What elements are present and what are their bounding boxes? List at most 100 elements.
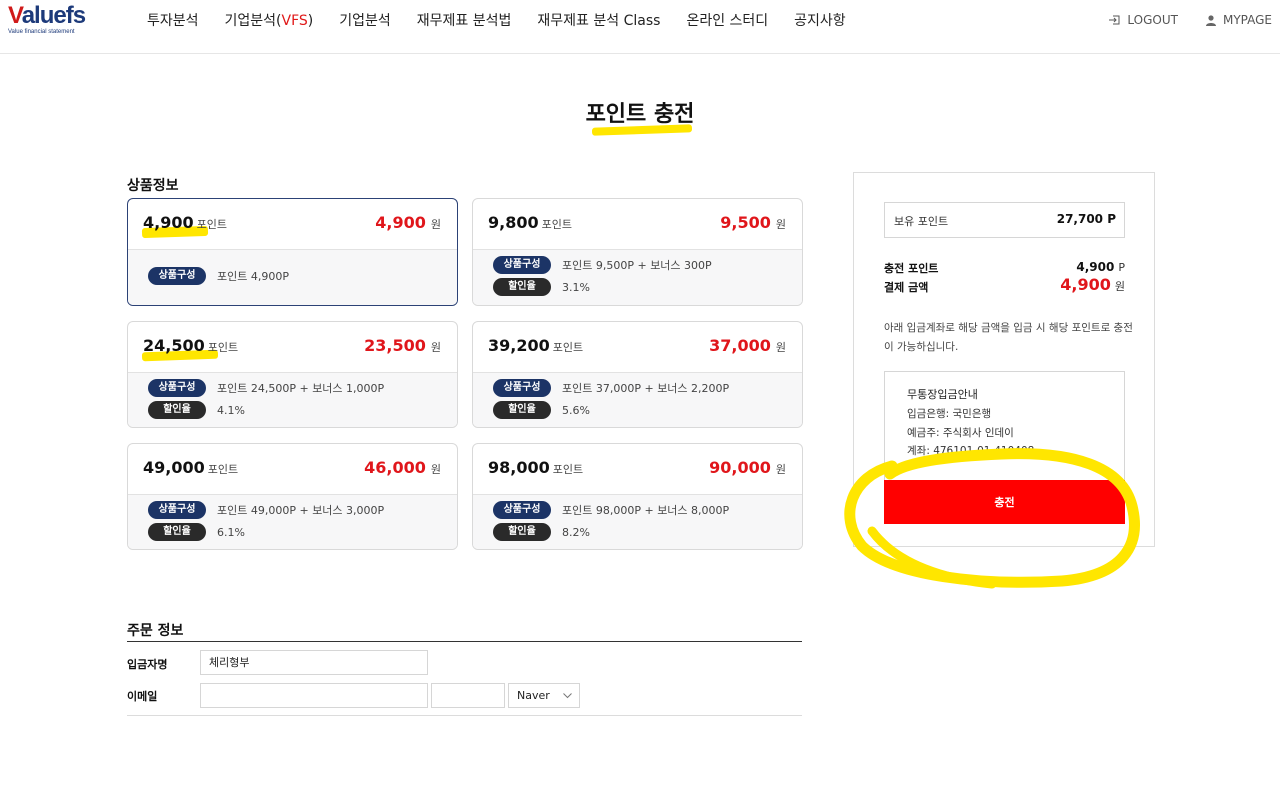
- points-unit: 포인트: [207, 341, 239, 354]
- account-number: 계좌: 476101-01-410408: [907, 445, 1035, 457]
- page-title-text: 포인트 충전: [585, 102, 695, 127]
- nav-investment-analysis[interactable]: 투자분석: [147, 12, 199, 30]
- email-domain-input[interactable]: [431, 683, 505, 708]
- logout-label: LOGOUT: [1127, 13, 1178, 27]
- product-card-details: 상품구성 포인트 24,500P + 보너스 1,000P 할인율 4.1%: [128, 373, 457, 427]
- discount-badge: 할인율: [148, 523, 206, 541]
- nav-vfs-suffix: ): [307, 13, 314, 29]
- charge-points-value: 4,900: [1076, 260, 1115, 274]
- composition-row: 상품구성 포인트 4,900P: [148, 267, 289, 285]
- product-card-details: 상품구성 포인트 4,900P: [128, 250, 457, 305]
- discount-text: 6.1%: [217, 525, 245, 539]
- bank-name: 입금은행: 국민은행: [907, 408, 992, 420]
- logout-icon: [1109, 15, 1120, 25]
- top-header: Valuefs Value financial statement 투자분석 기…: [0, 0, 1280, 54]
- product-price: 23,500 원: [364, 336, 441, 355]
- mypage-link[interactable]: MYPAGE: [1205, 13, 1272, 27]
- chevron-down-icon: [563, 693, 572, 699]
- product-card-header: 49,000 포인트 46,000 원: [128, 444, 457, 495]
- nav-vfs-accent: VFS: [281, 13, 308, 29]
- product-points: 24,500 포인트: [143, 336, 238, 355]
- product-card[interactable]: 39,200 포인트 37,000 원 상품구성 포인트 37,000P + 보너스 …: [472, 321, 803, 428]
- points-value: 49,000: [143, 458, 205, 477]
- composition-badge: 상품구성: [148, 379, 206, 397]
- owned-points-value: 27,700 P: [1056, 212, 1116, 226]
- composition-text: 포인트 37,000P + 보너스 2,200P: [562, 382, 730, 395]
- composition-row: 상품구성 포인트 98,000P + 보너스 8,000P: [493, 501, 729, 519]
- mypage-label: MYPAGE: [1222, 13, 1272, 27]
- nav-company-analysis-vfs[interactable]: 기업분석(VFS): [225, 12, 314, 30]
- valuefs-logo[interactable]: Valuefs Value financial statement: [8, 4, 98, 38]
- discount-text: 5.6%: [562, 403, 590, 417]
- product-price: 90,000 원: [709, 458, 786, 477]
- composition-row: 상품구성 포인트 24,500P + 보너스 1,000P: [148, 379, 384, 397]
- owned-points-label: 보유 포인트: [894, 215, 949, 228]
- price-unit: 원: [775, 341, 786, 354]
- product-card[interactable]: 98,000 포인트 90,000 원 상품구성 포인트 98,000P + 보너스 …: [472, 443, 803, 550]
- product-points: 49,000 포인트: [143, 458, 238, 477]
- price-value: 90,000: [709, 458, 771, 477]
- discount-row: 할인율 5.6%: [493, 401, 590, 419]
- nav-vfs-prefix: 기업분석(: [224, 13, 282, 29]
- discount-badge: 할인율: [493, 278, 551, 296]
- order-divider-top: [127, 641, 802, 642]
- order-divider-bottom: [127, 715, 802, 716]
- price-unit: 원: [430, 218, 441, 231]
- logout-link[interactable]: LOGOUT: [1109, 13, 1178, 27]
- product-card-details: 상품구성 포인트 9,500P + 보너스 300P 할인율 3.1%: [473, 250, 802, 305]
- composition-text: 포인트 49,000P + 보너스 3,000P: [217, 504, 385, 517]
- composition-row: 상품구성 포인트 49,000P + 보너스 3,000P: [148, 501, 384, 519]
- points-value: 98,000: [488, 458, 550, 477]
- email-domain-select-value: Naver: [517, 689, 550, 702]
- nav-financial-analysis-method[interactable]: 재무제표 분석법: [417, 12, 512, 30]
- product-points: 4,900 포인트: [143, 213, 227, 232]
- product-points: 98,000 포인트: [488, 458, 583, 477]
- composition-row: 상품구성 포인트 9,500P + 보너스 300P: [493, 256, 712, 274]
- points-unit: 포인트: [552, 463, 584, 476]
- product-card[interactable]: 9,800 포인트 9,500 원 상품구성 포인트 9,500P + 보너스 300…: [472, 198, 803, 306]
- user-utility: LOGOUT MYPAGE: [1081, 13, 1272, 27]
- product-card-header: 39,200 포인트 37,000 원: [473, 322, 802, 373]
- logo-wordmark: Valuefs: [8, 4, 98, 28]
- depositor-name-input[interactable]: 체리형부: [200, 650, 428, 675]
- discount-row: 할인율 3.1%: [493, 278, 590, 296]
- points-value: 4,900: [143, 213, 194, 232]
- discount-badge: 할인율: [493, 523, 551, 541]
- product-card[interactable]: 24,500 포인트 23,500 원 상품구성 포인트 24,500P + 보너스 …: [127, 321, 458, 428]
- product-card[interactable]: 4,900 포인트 4,900 원 상품구성 포인트 4,900P: [127, 198, 458, 306]
- nav-notice[interactable]: 공지사항: [794, 12, 846, 30]
- payment-amount: 4,900 원: [1060, 275, 1125, 294]
- order-info-heading: 주문 정보: [127, 623, 184, 639]
- logo-rest: aluefs: [21, 2, 86, 29]
- discount-text: 8.2%: [562, 525, 590, 539]
- points-unit: 포인트: [541, 218, 572, 231]
- product-card[interactable]: 49,000 포인트 46,000 원 상품구성 포인트 49,000P + 보너스 …: [127, 443, 458, 550]
- discount-text: 3.1%: [562, 280, 590, 294]
- price-unit: 원: [430, 341, 441, 354]
- composition-badge: 상품구성: [148, 501, 206, 519]
- payment-amount-value: 4,900: [1060, 275, 1111, 294]
- product-card-header: 9,800 포인트 9,500 원: [473, 199, 802, 250]
- composition-badge: 상품구성: [493, 501, 551, 519]
- product-price: 9,500 원: [720, 213, 786, 232]
- points-value: 39,200: [488, 336, 550, 355]
- composition-text: 포인트 4,900P: [217, 270, 289, 283]
- product-card-header: 4,900 포인트 4,900 원: [128, 199, 457, 250]
- composition-row: 상품구성 포인트 37,000P + 보너스 2,200P: [493, 379, 729, 397]
- email-label: 이메일: [127, 690, 158, 703]
- points-value: 9,800: [488, 213, 539, 232]
- composition-badge: 상품구성: [493, 256, 551, 274]
- email-domain-select[interactable]: Naver: [508, 683, 580, 708]
- price-value: 46,000: [364, 458, 426, 477]
- product-card-details: 상품구성 포인트 49,000P + 보너스 3,000P 할인율 6.1%: [128, 495, 457, 549]
- price-value: 4,900: [375, 213, 426, 232]
- charge-points-amount: 4,900 P: [1076, 260, 1125, 274]
- composition-text: 포인트 98,000P + 보너스 8,000P: [562, 504, 730, 517]
- nav-online-study[interactable]: 온라인 스터디: [686, 12, 768, 30]
- composition-badge: 상품구성: [148, 267, 206, 285]
- email-id-input[interactable]: [200, 683, 428, 708]
- discount-row: 할인율 8.2%: [493, 523, 590, 541]
- nav-financial-analysis-class[interactable]: 재무제표 분석 Class: [537, 12, 660, 30]
- nav-company-analysis[interactable]: 기업분석: [339, 12, 391, 30]
- charge-button[interactable]: 충전: [884, 480, 1125, 524]
